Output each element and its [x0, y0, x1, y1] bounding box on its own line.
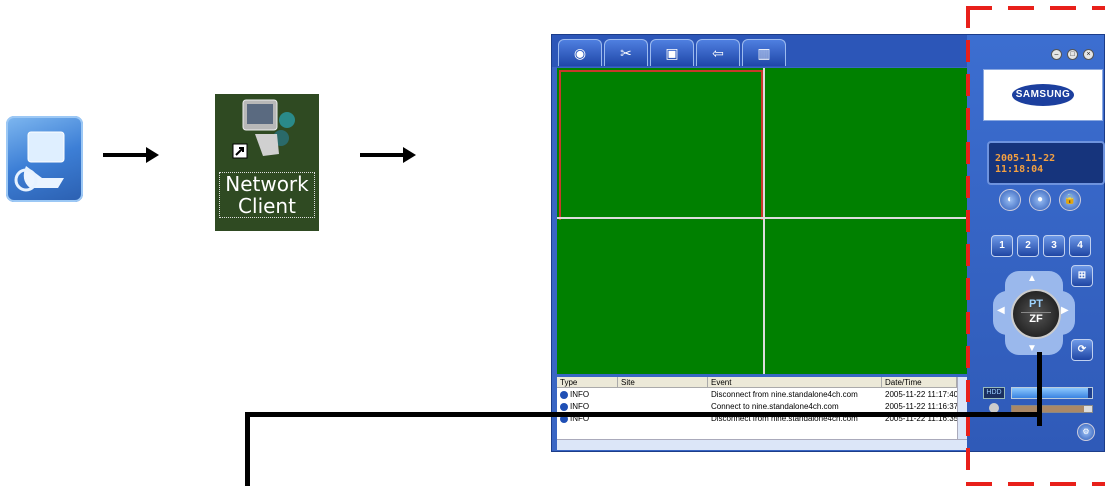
computer-shortcut-icon: [232, 99, 295, 159]
hdd-usage-fill: [1012, 388, 1088, 398]
log-datetime: 2005-11-22 11:17:40: [885, 390, 959, 399]
grid-divider: [557, 217, 969, 219]
shortcut-label: Network Client: [219, 172, 315, 218]
video-cell-1[interactable]: [559, 70, 763, 222]
split-screen-icon: ▥: [757, 45, 771, 61]
exit-icon: ⇦: [712, 45, 724, 61]
network-client-shortcut[interactable]: Network Client: [215, 94, 319, 231]
close-button[interactable]: ×: [1083, 49, 1094, 60]
pointer-line: [245, 412, 1042, 417]
main-toolbar: ◉ ✂ ▣ ⇦ ▥: [552, 35, 967, 67]
record-icon: ●: [1036, 194, 1044, 205]
gear-icon: ⚙: [1082, 427, 1090, 436]
tab-search[interactable]: ▣: [650, 39, 694, 66]
refresh-icon: ⟳: [1077, 344, 1087, 355]
ptz-zoom-focus-label: ZF: [1021, 312, 1051, 325]
log-datetime: 2005-11-22 11:16:37: [885, 402, 959, 411]
channel-button-4[interactable]: 4: [1069, 235, 1091, 257]
ptz-down-icon[interactable]: ▼: [1027, 343, 1037, 354]
log-row[interactable]: INFO Connect to nine.standalone4ch.com 2…: [557, 402, 959, 412]
settings-tools-icon: ✂: [620, 45, 632, 61]
live-view-icon: ◉: [573, 45, 587, 61]
clock-text: 2005-11-22 11:18:04: [995, 153, 1056, 175]
ptz-right-icon[interactable]: ▶: [1061, 305, 1069, 316]
sequence-button[interactable]: ⟳: [1071, 339, 1093, 361]
tab-setup[interactable]: ✂: [604, 39, 648, 66]
log-type: INFO: [570, 390, 590, 399]
highlight-frame-bottom: [966, 482, 1105, 486]
record-button[interactable]: ●: [1029, 189, 1051, 211]
video-cell-3[interactable]: [559, 220, 763, 374]
flow-arrow: [360, 147, 416, 163]
ptz-center[interactable]: PT ZF: [1011, 289, 1061, 339]
log-header-type[interactable]: Type: [557, 377, 618, 388]
brand-logo: SAMSUNG: [983, 69, 1103, 121]
lock-button[interactable]: 🔒: [1059, 189, 1081, 211]
log-header-event[interactable]: Event: [708, 377, 882, 388]
log-header-site[interactable]: Site: [618, 377, 708, 388]
log-header-datetime[interactable]: Date/Time: [882, 377, 957, 388]
log-row[interactable]: INFO Disconnect from nine.standalone4ch.…: [557, 390, 959, 400]
tab-exit[interactable]: ⇦: [696, 39, 740, 66]
settings-button[interactable]: ⚙: [1077, 423, 1095, 441]
video-cell-2[interactable]: [765, 70, 969, 217]
ptz-pan-tilt-label: PT: [1028, 298, 1044, 310]
tab-split[interactable]: ▥: [742, 39, 786, 66]
video-cell-4[interactable]: [765, 220, 969, 374]
video-grid: [557, 68, 969, 374]
hdd-label: HDD: [983, 387, 1005, 399]
maximize-button[interactable]: □: [1067, 49, 1078, 60]
log-horizontal-scrollbar[interactable]: [557, 439, 969, 450]
audio-button[interactable]: ◐: [999, 189, 1021, 211]
ptz-left-icon[interactable]: ◀: [997, 305, 1005, 316]
channel-button-3[interactable]: 3: [1043, 235, 1065, 257]
clock-display: 2005-11-22 11:18:04: [987, 141, 1105, 185]
info-icon: [560, 391, 568, 399]
grid-divider: [763, 68, 765, 374]
grid-icon: ⊞: [1077, 270, 1087, 281]
lock-icon: 🔒: [1063, 194, 1077, 205]
pointer-line: [245, 412, 250, 486]
log-event: Disconnect from nine.standalone4ch.com: [711, 390, 858, 399]
headset-icon: ◐: [1006, 194, 1014, 205]
brand-name: SAMSUNG: [1012, 84, 1074, 106]
desktop-app-icon[interactable]: [6, 116, 83, 202]
info-icon: [560, 403, 568, 411]
flow-arrow: [103, 147, 159, 163]
log-type: INFO: [570, 402, 590, 411]
minimize-button[interactable]: –: [1051, 49, 1062, 60]
log-event: Connect to nine.standalone4ch.com: [711, 402, 839, 411]
ptz-up-icon[interactable]: ▲: [1027, 273, 1037, 284]
camera-monitor-icon: [14, 131, 65, 192]
tab-live[interactable]: ◉: [558, 39, 602, 66]
highlight-frame-top: [966, 6, 1105, 10]
control-panel: – □ × SAMSUNG 2005-11-22 11:18:04 ◐ ● 🔒 …: [967, 35, 1105, 451]
channel-button-2[interactable]: 2: [1017, 235, 1039, 257]
ptz-control[interactable]: ▲ ▼ ◀ ▶ PT ZF: [991, 267, 1077, 359]
channel-button-1[interactable]: 1: [991, 235, 1013, 257]
search-playback-icon: ▣: [665, 45, 679, 61]
hdd-usage-bar: [1011, 387, 1093, 399]
network-client-window: ◉ ✂ ▣ ⇦ ▥ Type Site Event Date/Time INFO…: [551, 34, 1105, 452]
